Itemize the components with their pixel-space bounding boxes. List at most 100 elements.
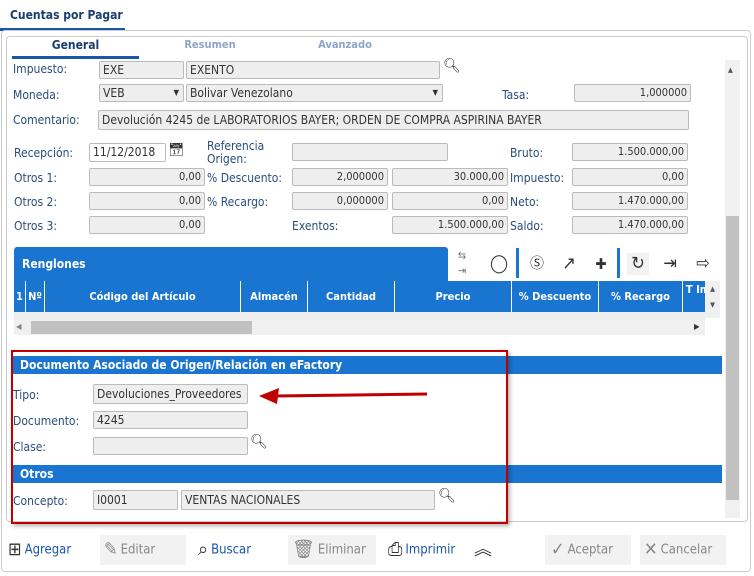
eliminar-button[interactable]: 🗑︎ Eliminar [288, 535, 376, 565]
column-header[interactable]: % Descuento [512, 281, 599, 312]
column-header[interactable]: 1 [14, 281, 26, 312]
editar-label: Editar [120, 542, 156, 558]
divider [617, 248, 620, 278]
recepcion-label: Recepción: [14, 146, 74, 160]
buscar-button[interactable]: ⌕ Buscar [198, 535, 268, 565]
recargo-amount-field[interactable]: 0,00 [392, 192, 508, 210]
comentario-field[interactable]: Devolución 4245 de LABORATORIOS BAYER; O… [98, 110, 689, 130]
cancelar-label: Cancelar [660, 542, 713, 558]
tasa-field[interactable]: 1,000000 [574, 84, 691, 102]
agregar-label: Agregar [24, 542, 72, 558]
comentario-label: Comentario: [13, 113, 80, 127]
otros2-label: Otros 2: [14, 195, 58, 209]
add-icon: ⊞ [8, 539, 22, 560]
referencia-label: Referencia Origen: [207, 139, 265, 166]
otros2-field[interactable]: 0,00 [89, 192, 205, 210]
bruto-label: Bruto: [510, 146, 544, 160]
check-icon: ✓ [551, 539, 565, 560]
column-header[interactable]: Precio [395, 281, 512, 312]
scroll-left-arrow[interactable]: ◀ [16, 322, 22, 331]
tab-general[interactable]: General [12, 38, 139, 59]
search-icon[interactable]: 🔍︎ [443, 58, 461, 74]
table-header: 1 Nº Código del Artículo Almacén Cantida… [14, 281, 705, 312]
imprimir-button[interactable]: ⎙ Imprimir [388, 535, 468, 565]
scroll-right-arrow[interactable]: ▶ [694, 322, 700, 331]
neto-field[interactable]: 1.470.000,00 [572, 192, 688, 210]
divider [516, 248, 519, 278]
puzzle-icon[interactable]: ✚ [590, 253, 612, 275]
expand-collapse-icon[interactable]: ⇆ ⇥ [451, 248, 473, 280]
impuesto-name-field[interactable]: EXENTO [186, 61, 440, 79]
eliminar-label: Eliminar [317, 542, 366, 558]
column-header[interactable]: T Im [683, 281, 705, 312]
tab-avanzado[interactable]: Avanzado [290, 38, 400, 51]
aceptar-button[interactable]: ✓ Aceptar [545, 535, 631, 565]
refresh-icon[interactable]: ↻ [627, 253, 649, 275]
cancelar-button[interactable]: ✕ Cancelar [640, 535, 726, 565]
impuesto-total-label: Impuesto: [510, 171, 565, 185]
scrollbar-thumb[interactable] [31, 321, 252, 334]
scroll-up-arrow[interactable]: ▲ [728, 66, 733, 74]
otros3-label: Otros 3: [14, 219, 58, 233]
exentos-field[interactable]: 1.500.000,00 [392, 216, 508, 234]
chevron-down-icon: ▼ [432, 88, 438, 97]
column-header[interactable]: Almacén [241, 281, 308, 312]
import-icon[interactable]: ⇥ [659, 253, 681, 275]
double-chevron-up-icon: ︽ [474, 539, 492, 560]
saldo-field[interactable]: 1.470.000,00 [572, 216, 688, 234]
editar-button[interactable]: ✎ Editar [100, 535, 186, 565]
saldo-label: Saldo: [510, 219, 544, 233]
printer-icon: ⎙ [388, 539, 403, 560]
impuesto-code-field[interactable]: EXE [99, 61, 184, 79]
referencia-field[interactable] [292, 143, 448, 161]
descuento-label: % Descuento: [207, 171, 283, 185]
agregar-button[interactable]: ⊞ Agregar [8, 535, 84, 565]
user-icon[interactable]: ◯ [488, 253, 510, 275]
moneda-label: Moneda: [13, 88, 60, 102]
close-icon: ✕ [644, 539, 658, 560]
bruto-field[interactable]: 1.500.000,00 [572, 143, 688, 161]
aceptar-label: Aceptar [567, 542, 613, 558]
impuesto-label: Impuesto: [13, 62, 68, 76]
chevron-down-icon: ▼ [173, 88, 179, 97]
impuesto-total-field[interactable]: 0,00 [572, 168, 688, 186]
moneda-name-value: Bolivar Venezolano [190, 86, 293, 100]
dollar-icon[interactable]: Ⓢ [526, 253, 548, 275]
renglones-header: Renglones [14, 247, 448, 281]
column-header[interactable]: Código del Artículo [45, 281, 241, 312]
window-tab[interactable]: Cuentas por Pagar [0, 0, 125, 31]
descuento-pct-field[interactable]: 2,000000 [292, 168, 388, 186]
renglones-title: Renglones [22, 257, 86, 271]
moneda-name-select[interactable]: Bolivar Venezolano ▼ [186, 84, 443, 102]
edit-icon: ✎ [104, 539, 118, 560]
table-vertical-scrollbar[interactable]: ▲ ▼ [705, 281, 720, 318]
exentos-label: Exentos: [292, 219, 339, 233]
trash-icon: 🗑︎ [292, 539, 315, 560]
export-icon[interactable]: ⇨ [692, 253, 714, 275]
column-header[interactable]: % Recargo [599, 281, 683, 312]
table-horizontal-scrollbar[interactable]: ◀ ▶ [14, 320, 705, 335]
vertical-scrollbar[interactable]: ▲ [725, 60, 740, 518]
imprimir-label: Imprimir [405, 542, 456, 558]
scrollbar-thumb[interactable] [726, 216, 739, 500]
descuento-amount-field[interactable]: 30.000,00 [392, 168, 508, 186]
moneda-code-value: VEB [103, 86, 125, 100]
column-header[interactable]: Cantidad [308, 281, 395, 312]
search-document-icon: ⌕ [198, 539, 209, 560]
moneda-code-select[interactable]: VEB ▼ [99, 84, 184, 102]
buscar-label: Buscar [211, 542, 252, 558]
calendar-icon[interactable]: 📅︎ [168, 143, 185, 158]
neto-label: Neto: [510, 195, 540, 209]
highlight-box [11, 350, 508, 524]
otros1-label: Otros 1: [14, 171, 58, 185]
otros1-field[interactable]: 0,00 [89, 168, 205, 186]
recepcion-date-field[interactable]: 11/12/2018 [89, 143, 166, 162]
tasa-label: Tasa: [502, 88, 530, 102]
external-link-icon[interactable]: ↗ [558, 253, 580, 275]
collapse-toolbar-button[interactable]: ︽ [474, 535, 492, 565]
otros3-field[interactable]: 0,00 [89, 216, 205, 234]
recargo-pct-field[interactable]: 0,000000 [292, 192, 388, 210]
table-body [14, 312, 705, 320]
tab-resumen[interactable]: Resumen [160, 38, 260, 51]
column-header[interactable]: Nº [26, 281, 45, 312]
